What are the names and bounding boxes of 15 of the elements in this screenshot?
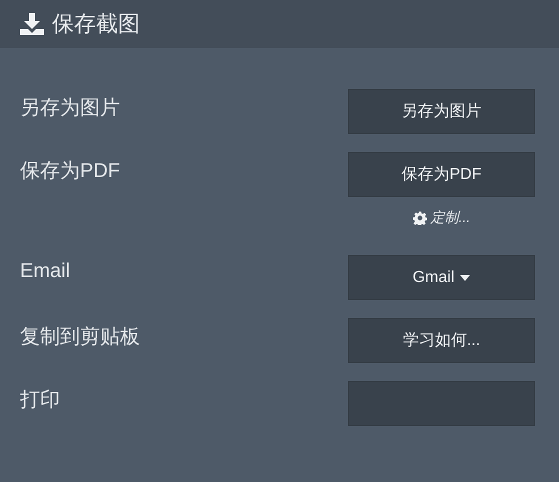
row-label: 另存为图片 bbox=[20, 96, 120, 121]
header-title: 保存截图 bbox=[52, 10, 140, 38]
customize-link[interactable]: 定制... bbox=[412, 209, 470, 227]
gear-icon bbox=[412, 211, 427, 225]
action-button[interactable] bbox=[348, 381, 535, 426]
row-label: 打印 bbox=[20, 388, 60, 413]
caret-icon bbox=[460, 274, 470, 280]
download-icon bbox=[20, 13, 44, 35]
row-label: 保存为PDF bbox=[20, 159, 120, 184]
action-button[interactable]: 另存为图片 bbox=[348, 89, 535, 134]
row-label: Email bbox=[20, 259, 70, 283]
dropdown-button[interactable]: Gmail bbox=[348, 255, 535, 300]
action-button[interactable]: 保存为PDF bbox=[348, 152, 535, 197]
action-button[interactable]: 学习如何... bbox=[348, 318, 535, 363]
row-label: 复制到剪贴板 bbox=[20, 325, 140, 350]
